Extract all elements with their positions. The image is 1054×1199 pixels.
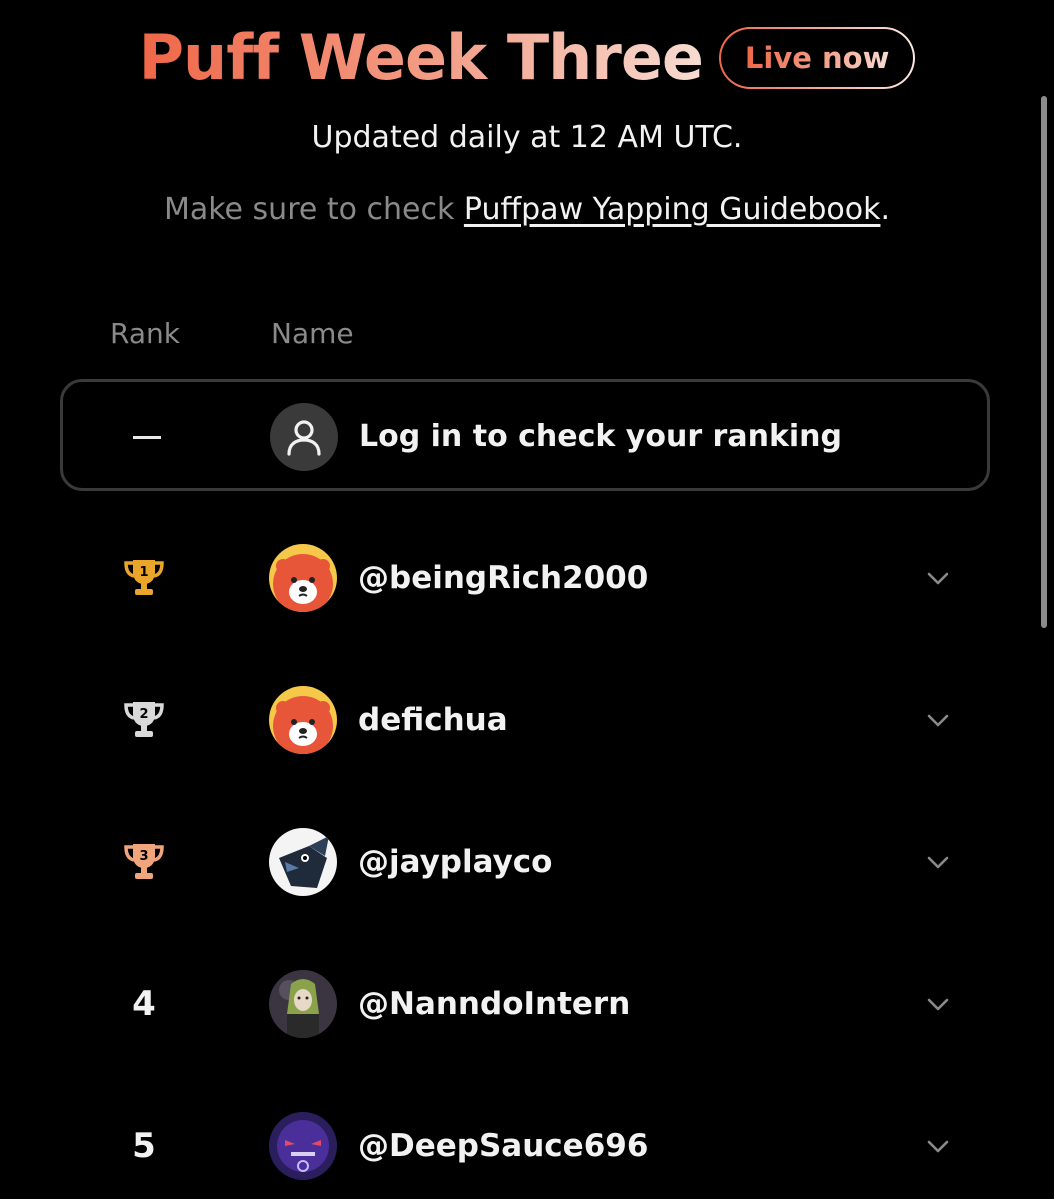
column-header-rank: Rank (110, 317, 180, 350)
svg-text:2: 2 (139, 707, 148, 722)
user-icon (270, 403, 338, 471)
leaderboard-page: Puff Week Three Live now Updated daily a… (0, 0, 1054, 1199)
note-suffix: . (880, 192, 890, 227)
red-panda-avatar (269, 686, 337, 754)
live-badge-label: Live now (744, 41, 890, 75)
scrollbar[interactable] (1041, 96, 1047, 628)
chevron-down-icon[interactable] (924, 706, 952, 734)
rank-number: 4 (132, 984, 156, 1024)
table-row[interactable]: 3 @jayplayco (60, 812, 990, 912)
chevron-down-icon[interactable] (924, 990, 952, 1018)
note-prefix: Make sure to check (163, 192, 464, 227)
svg-text:3: 3 (139, 849, 148, 864)
chevron-down-icon[interactable] (924, 848, 952, 876)
gold-trophy-icon: 1 (104, 538, 184, 618)
row-handle: @beingRich2000 (358, 560, 649, 596)
table-row[interactable]: 2 defichua (60, 670, 990, 770)
silver-trophy-icon: 2 (104, 680, 184, 760)
row-handle: @NanndoIntern (358, 986, 631, 1022)
page-title: Puff Week Three (139, 18, 704, 98)
rank-cell: 5 (104, 1106, 184, 1186)
red-panda-avatar (269, 544, 337, 612)
green-hood-avatar (269, 970, 337, 1038)
table-row[interactable]: 4 @NanndoIntern (60, 954, 990, 1054)
login-row[interactable]: Log in to check your ranking (60, 379, 990, 491)
column-header-name: Name (271, 317, 354, 350)
bronze-trophy-icon: 3 (104, 822, 184, 902)
purple-ghost-avatar (269, 1112, 337, 1180)
row-handle: defichua (358, 702, 508, 738)
row-handle: @jayplayco (358, 844, 553, 880)
bird-avatar (269, 828, 337, 896)
login-prompt: Log in to check your ranking (359, 419, 843, 454)
rank-cell: 4 (104, 964, 184, 1044)
table-row[interactable]: 5 @DeepSauce696 (60, 1096, 990, 1196)
rank-placeholder-dash (133, 436, 161, 439)
table-row[interactable]: 1 @beingRich2000 (60, 528, 990, 628)
guidebook-note: Make sure to check Puffpaw Yapping Guide… (0, 190, 1054, 230)
rank-number: 5 (132, 1126, 156, 1166)
chevron-down-icon[interactable] (924, 564, 952, 592)
guidebook-link[interactable]: Puffpaw Yapping Guidebook (464, 192, 881, 227)
title-row: Puff Week Three Live now (0, 18, 1054, 98)
row-handle: @DeepSauce696 (358, 1128, 649, 1164)
chevron-down-icon[interactable] (924, 1132, 952, 1160)
svg-text:1: 1 (139, 565, 148, 580)
update-subtitle: Updated daily at 12 AM UTC. (311, 120, 743, 155)
live-badge: Live now (718, 27, 916, 89)
